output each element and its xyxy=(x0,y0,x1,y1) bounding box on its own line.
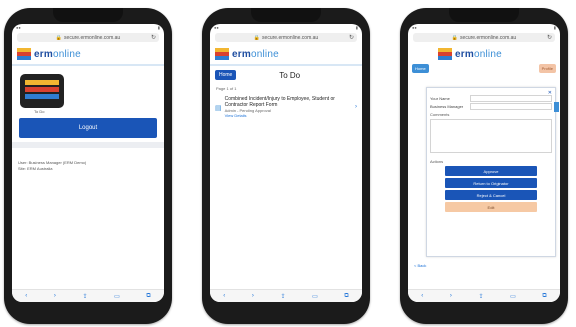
form-label: Your Name xyxy=(430,96,450,101)
comments-label: Comments xyxy=(430,112,450,117)
share-icon[interactable]: ⇪ xyxy=(82,293,87,300)
logo-mark-icon xyxy=(215,48,229,60)
form-row: Your Name xyxy=(430,95,552,102)
approve-button[interactable]: Approve xyxy=(445,166,537,176)
erm-logo: ermonline xyxy=(215,47,357,61)
logo-mark-icon xyxy=(17,48,31,60)
top-actions: Home Profile xyxy=(412,64,556,73)
back-icon[interactable]: ‹ xyxy=(25,293,27,299)
lock-icon: 🔒 xyxy=(253,34,261,41)
logo-text-online: online xyxy=(473,48,502,60)
approval-form: ✕ Your Name Business Manager Comments Ac… xyxy=(426,87,556,257)
back-icon[interactable]: ‹ xyxy=(421,293,423,299)
list-item[interactable]: ▤ Combined Incident/Injury to Employee, … xyxy=(215,96,357,118)
home-button[interactable]: Home xyxy=(412,64,429,73)
url-bar[interactable]: 🔒 secure.ermonline.com.au ↻ xyxy=(413,33,555,42)
user-info: User: Business Manager (ERM Demo) Site: … xyxy=(18,160,164,172)
form-row: Business Manager xyxy=(430,103,552,110)
bookmarks-icon[interactable]: ▭ xyxy=(114,293,120,300)
erm-logo: ermonline xyxy=(438,47,555,61)
item-title: Combined Incident/Injury to Employee, St… xyxy=(224,96,335,108)
lock-icon: 🔒 xyxy=(451,34,459,41)
logo-text-online: online xyxy=(52,48,81,60)
todo-header: Home To Do xyxy=(215,70,357,80)
status-bar: ●● ▮ xyxy=(16,25,160,30)
url-text: secure.ermonline.com.au xyxy=(460,34,517,41)
phone-notch xyxy=(251,8,321,22)
form-field[interactable] xyxy=(470,103,552,110)
phone-home-screen: ●● ▮ 🔒 secure.ermonline.com.au ↻ ermonlin… xyxy=(4,8,172,324)
page-title: To Do xyxy=(279,70,301,80)
tile-label: To Do xyxy=(34,109,45,114)
logo-mark-icon xyxy=(438,48,452,60)
comments-textarea[interactable] xyxy=(430,119,552,153)
status-bar: ●● ▮ xyxy=(214,25,358,30)
chevron-right-icon: › xyxy=(355,104,357,110)
user-info-line: Site: ERM Australia xyxy=(18,166,53,171)
refresh-icon[interactable]: ↻ xyxy=(151,34,156,41)
form-label: Business Manager xyxy=(430,104,464,109)
bookmarks-icon[interactable]: ▭ xyxy=(312,293,318,300)
status-bar: ●● ▮ xyxy=(412,25,556,30)
form-field[interactable] xyxy=(470,95,552,102)
phone-approval-screen: ●● ▮ 🔒 secure.ermonline.com.au ↻ ermonlin… xyxy=(400,8,568,324)
screen: ●● ▮ 🔒 secure.ermonline.com.au ↻ ermonlin… xyxy=(12,24,164,302)
logo-text-online: online xyxy=(250,48,279,60)
url-text: secure.ermonline.com.au xyxy=(64,34,121,41)
share-icon[interactable]: ⇪ xyxy=(478,293,483,300)
forward-icon[interactable]: › xyxy=(54,293,56,299)
item-link[interactable]: View Details xyxy=(225,113,355,118)
phone-notch xyxy=(53,8,123,22)
browser-toolbar: ‹ › ⇪ ▭ ⧉ xyxy=(12,289,164,302)
tabs-icon[interactable]: ⧉ xyxy=(344,293,348,300)
phone-todo-screen: ●● ▮ 🔒 secure.ermonline.com.au ↻ ermonlin… xyxy=(202,8,370,324)
share-icon[interactable]: ⇪ xyxy=(280,293,285,300)
document-icon: ▤ xyxy=(215,105,222,112)
lock-icon: 🔒 xyxy=(55,34,63,41)
side-tab[interactable] xyxy=(554,102,559,112)
url-bar[interactable]: 🔒 secure.ermonline.com.au ↻ xyxy=(17,33,159,42)
back-link[interactable]: < Back xyxy=(414,263,560,268)
profile-button[interactable]: Profile xyxy=(538,64,556,73)
browser-toolbar: ‹ › ⇪ ▭ ⧉ xyxy=(210,289,362,302)
url-text: secure.ermonline.com.au xyxy=(262,34,319,41)
bookmarks-icon[interactable]: ▭ xyxy=(510,293,516,300)
tabs-icon[interactable]: ⧉ xyxy=(146,293,150,300)
return-to-originator-button[interactable]: Return to Originator xyxy=(445,178,537,188)
logo-text-erm: erm xyxy=(232,48,251,60)
separator-band xyxy=(12,142,164,148)
forward-icon[interactable]: › xyxy=(252,293,254,299)
screen: ●● ▮ 🔒 secure.ermonline.com.au ↻ ermonlin… xyxy=(210,24,362,302)
edit-button[interactable]: Edit xyxy=(445,202,537,212)
logo-text-erm: erm xyxy=(455,48,474,60)
reject-cancel-button[interactable]: Reject & Cancel xyxy=(445,190,537,200)
refresh-icon[interactable]: ↻ xyxy=(349,34,354,41)
logo-text-erm: erm xyxy=(34,48,53,60)
logout-button[interactable]: Logout xyxy=(19,118,157,138)
back-icon[interactable]: ‹ xyxy=(223,293,225,299)
screen: ●● ▮ 🔒 secure.ermonline.com.au ↻ ermonlin… xyxy=(408,24,560,302)
divider xyxy=(210,64,362,66)
url-bar[interactable]: 🔒 secure.ermonline.com.au ↻ xyxy=(215,33,357,42)
erm-logo: ermonline xyxy=(17,47,159,61)
home-button[interactable]: Home xyxy=(215,70,237,80)
tabs-icon[interactable]: ⧉ xyxy=(542,293,546,300)
phone-notch xyxy=(449,8,519,22)
actions-label: Actions xyxy=(430,159,444,164)
divider xyxy=(12,64,164,66)
refresh-icon[interactable]: ↻ xyxy=(547,34,552,41)
todo-tile[interactable] xyxy=(20,74,64,108)
pagination-label: Page 1 of 1 xyxy=(216,86,237,91)
forward-icon[interactable]: › xyxy=(450,293,452,299)
browser-toolbar: ‹ › ⇪ ▭ ⧉ xyxy=(408,289,560,302)
close-icon[interactable]: ✕ xyxy=(548,90,552,96)
